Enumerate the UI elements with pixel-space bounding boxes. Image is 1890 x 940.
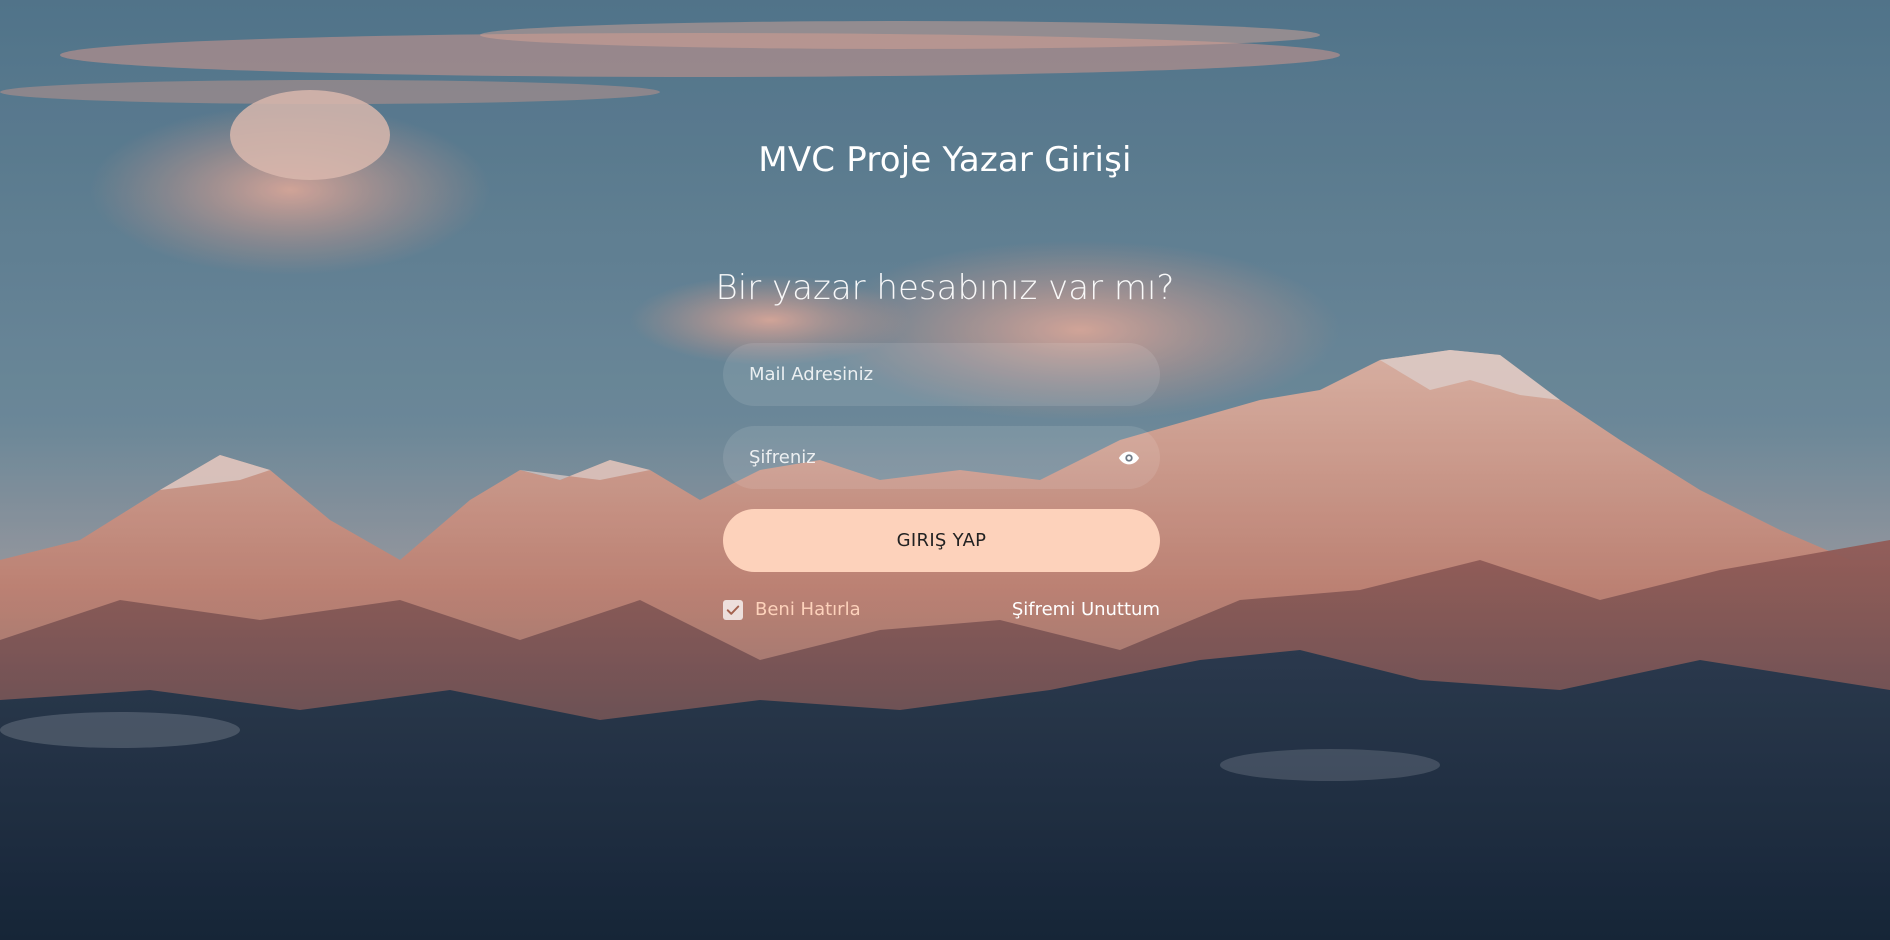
checkmark-icon <box>726 605 740 615</box>
email-field[interactable] <box>723 343 1160 406</box>
remember-label: Beni Hatırla <box>755 599 861 620</box>
login-form: GIRIŞ YAP Beni Hatırla Şifremi Unuttum <box>723 343 1160 620</box>
login-area: MVC Proje Yazar Girişi Bir yazar hesabın… <box>0 0 1890 940</box>
password-field-wrapper <box>723 426 1160 489</box>
remember-me[interactable]: Beni Hatırla <box>723 599 861 620</box>
eye-icon[interactable] <box>1118 447 1140 469</box>
login-subtitle: Bir yazar hesabınız var mı? <box>715 268 1175 308</box>
email-field-wrapper <box>723 343 1160 406</box>
form-options-row: Beni Hatırla Şifremi Unuttum <box>723 599 1160 620</box>
page-title: MVC Proje Yazar Girişi <box>758 140 1132 180</box>
login-button[interactable]: GIRIŞ YAP <box>723 509 1160 572</box>
password-field[interactable] <box>723 426 1160 489</box>
remember-checkbox[interactable] <box>723 599 743 620</box>
forgot-password-link[interactable]: Şifremi Unuttum <box>1012 599 1160 620</box>
